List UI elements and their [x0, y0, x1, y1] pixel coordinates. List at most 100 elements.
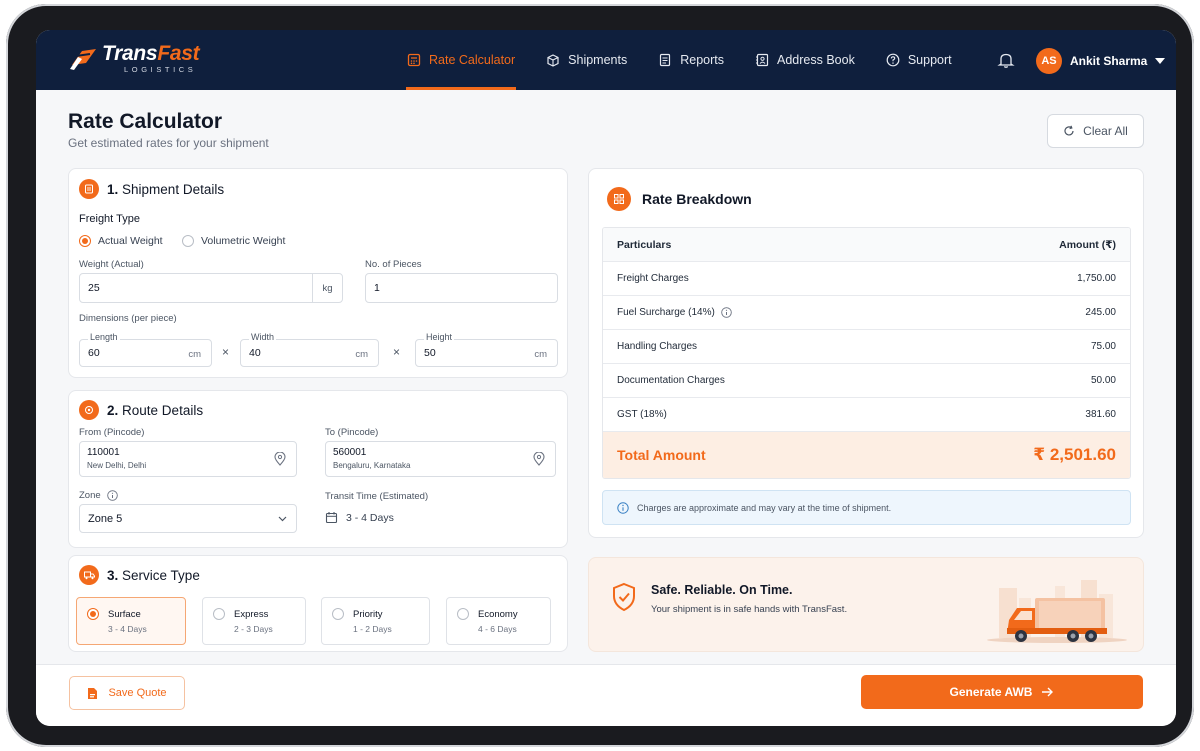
- nav-label: Reports: [680, 53, 724, 67]
- width-input[interactable]: Width 40 cm: [240, 332, 379, 367]
- radio-actual-weight[interactable]: Actual Weight: [79, 235, 163, 247]
- row-label: Documentation Charges: [617, 375, 725, 386]
- info-icon[interactable]: [721, 307, 732, 318]
- radio-unselected-icon: [213, 608, 225, 620]
- zone-label: Zone: [79, 490, 101, 501]
- transfast-logo[interactable]: TransFast LOGISTICS: [68, 42, 200, 74]
- shipment-details-card: 1. Shipment Details Freight Type Actual …: [68, 168, 568, 378]
- save-quote-button[interactable]: Save Quote: [69, 676, 185, 710]
- box-icon: [547, 54, 559, 67]
- radio-volumetric-weight[interactable]: Volumetric Weight: [182, 235, 285, 247]
- logo-wordmark: TransFast: [102, 42, 200, 65]
- service-days: 2 - 3 Days: [234, 624, 273, 634]
- total-amount-row: Total Amount ₹ 2,501.60: [603, 432, 1130, 478]
- banner-title: Safe. Reliable. On Time.: [651, 583, 793, 597]
- total-label: Total Amount: [617, 447, 706, 463]
- length-input[interactable]: Length 60 cm: [79, 332, 212, 367]
- pieces-input[interactable]: 1: [365, 273, 558, 303]
- generate-awb-label: Generate AWB: [949, 685, 1033, 699]
- save-document-icon: [88, 687, 98, 699]
- tablet-frame: TransFast LOGISTICS Rate Calculator Ship…: [6, 4, 1194, 747]
- document-icon: [660, 53, 671, 67]
- pieces-value: 1: [374, 282, 380, 294]
- service-name: Surface: [108, 609, 141, 620]
- app-screen: TransFast LOGISTICS Rate Calculator Ship…: [36, 30, 1176, 726]
- service-option-priority[interactable]: Priority 1 - 2 Days: [321, 597, 430, 645]
- nav-rate-calculator[interactable]: Rate Calculator: [406, 30, 517, 90]
- radio-unselected-icon: [182, 235, 194, 247]
- clear-all-label: Clear All: [1083, 124, 1128, 138]
- width-unit: cm: [355, 348, 368, 360]
- calendar-icon: [325, 512, 338, 524]
- location-pin-icon: [274, 452, 286, 466]
- to-city: Bengaluru, Karnataka: [333, 461, 411, 470]
- transit-time: 3 - 4 Days: [325, 511, 394, 524]
- rate-breakdown-table: Particulars Amount (₹) Freight Charges 1…: [602, 227, 1131, 479]
- delivery-truck-illustration: [987, 580, 1127, 643]
- user-name: Ankit Sharma: [1070, 54, 1148, 68]
- from-pincode-input[interactable]: 110001 New Delhi, Delhi: [79, 441, 297, 477]
- weight-input[interactable]: 25 kg: [79, 273, 343, 303]
- arrow-right-icon: [1042, 687, 1054, 697]
- info-icon[interactable]: [106, 490, 118, 501]
- row-amount: 75.00: [1090, 341, 1116, 352]
- service-days: 1 - 2 Days: [353, 624, 392, 634]
- freight-type-label: Freight Type: [79, 213, 140, 225]
- width-label: Width: [249, 332, 277, 342]
- table-row: Freight Charges 1,750.00: [603, 262, 1130, 296]
- table-row: Documentation Charges 50.00: [603, 364, 1130, 398]
- rate-breakdown-title: Rate Breakdown: [642, 191, 752, 207]
- height-input[interactable]: Height 50 cm: [415, 332, 558, 367]
- route-details-header: 2. Route Details: [79, 400, 203, 420]
- radio-label: Actual Weight: [98, 235, 163, 247]
- nav-shipments[interactable]: Shipments: [545, 30, 628, 90]
- service-name: Economy: [478, 609, 518, 620]
- service-type-card: 3. Service Type Surface 3 - 4 Days Expre…: [68, 555, 568, 652]
- service-option-surface[interactable]: Surface 3 - 4 Days: [76, 597, 186, 645]
- zone-value: Zone 5: [88, 512, 123, 525]
- weight-unit: kg: [312, 274, 342, 302]
- multiply-icon: ×: [393, 345, 401, 359]
- top-navigation-bar: TransFast LOGISTICS Rate Calculator Ship…: [36, 30, 1176, 90]
- weight-label: Weight (Actual): [79, 259, 144, 270]
- notifications-bell-icon[interactable]: [997, 51, 1015, 74]
- zone-select[interactable]: Zone 5: [79, 504, 297, 533]
- nav-label: Shipments: [568, 53, 628, 67]
- nav-address-book[interactable]: Address Book: [754, 30, 856, 90]
- row-label: GST (18%): [617, 409, 667, 420]
- service-option-express[interactable]: Express 2 - 3 Days: [202, 597, 306, 645]
- section-number: 3.: [107, 567, 119, 583]
- service-option-economy[interactable]: Economy 4 - 6 Days: [446, 597, 551, 645]
- section-number: 2.: [107, 402, 119, 418]
- service-days: 4 - 6 Days: [478, 624, 517, 634]
- generate-awb-button[interactable]: Generate AWB: [861, 675, 1143, 709]
- row-label: Fuel Surcharge (14%): [617, 307, 715, 318]
- route-section-icon: [79, 400, 99, 420]
- column-amount: Amount (₹): [1059, 238, 1116, 251]
- length-unit: cm: [188, 348, 201, 360]
- to-pincode-input[interactable]: 560001 Bengaluru, Karnataka: [325, 441, 556, 477]
- from-city: New Delhi, Delhi: [87, 461, 147, 470]
- radio-unselected-icon: [332, 608, 344, 620]
- from-pincode-value: 110001: [87, 447, 120, 458]
- nav-label: Support: [907, 53, 952, 67]
- table-row: GST (18%) 381.60: [603, 398, 1130, 432]
- clear-all-button[interactable]: Clear All: [1047, 114, 1144, 148]
- logo-tagline: LOGISTICS: [124, 65, 197, 74]
- section-number: 1.: [107, 181, 119, 197]
- shipment-section-icon: [79, 179, 99, 199]
- nav-reports[interactable]: Reports: [657, 30, 725, 90]
- main-nav: Rate Calculator Shipments Reports Addres…: [406, 30, 982, 90]
- radio-selected-icon: [79, 235, 91, 247]
- nav-support[interactable]: Support: [885, 30, 953, 90]
- page-title: Rate Calculator: [68, 110, 223, 133]
- help-circle-icon: [886, 53, 900, 67]
- row-amount: 50.00: [1090, 375, 1116, 386]
- nav-label: Rate Calculator: [429, 53, 516, 67]
- charges-disclaimer: Charges are approximate and may vary at …: [602, 490, 1131, 525]
- user-menu[interactable]: AS Ankit Sharma: [1036, 48, 1166, 74]
- dimensions-label: Dimensions (per piece): [79, 313, 177, 324]
- row-amount: 1,750.00: [1077, 273, 1116, 284]
- height-unit: cm: [534, 348, 547, 360]
- save-quote-label: Save Quote: [108, 687, 167, 699]
